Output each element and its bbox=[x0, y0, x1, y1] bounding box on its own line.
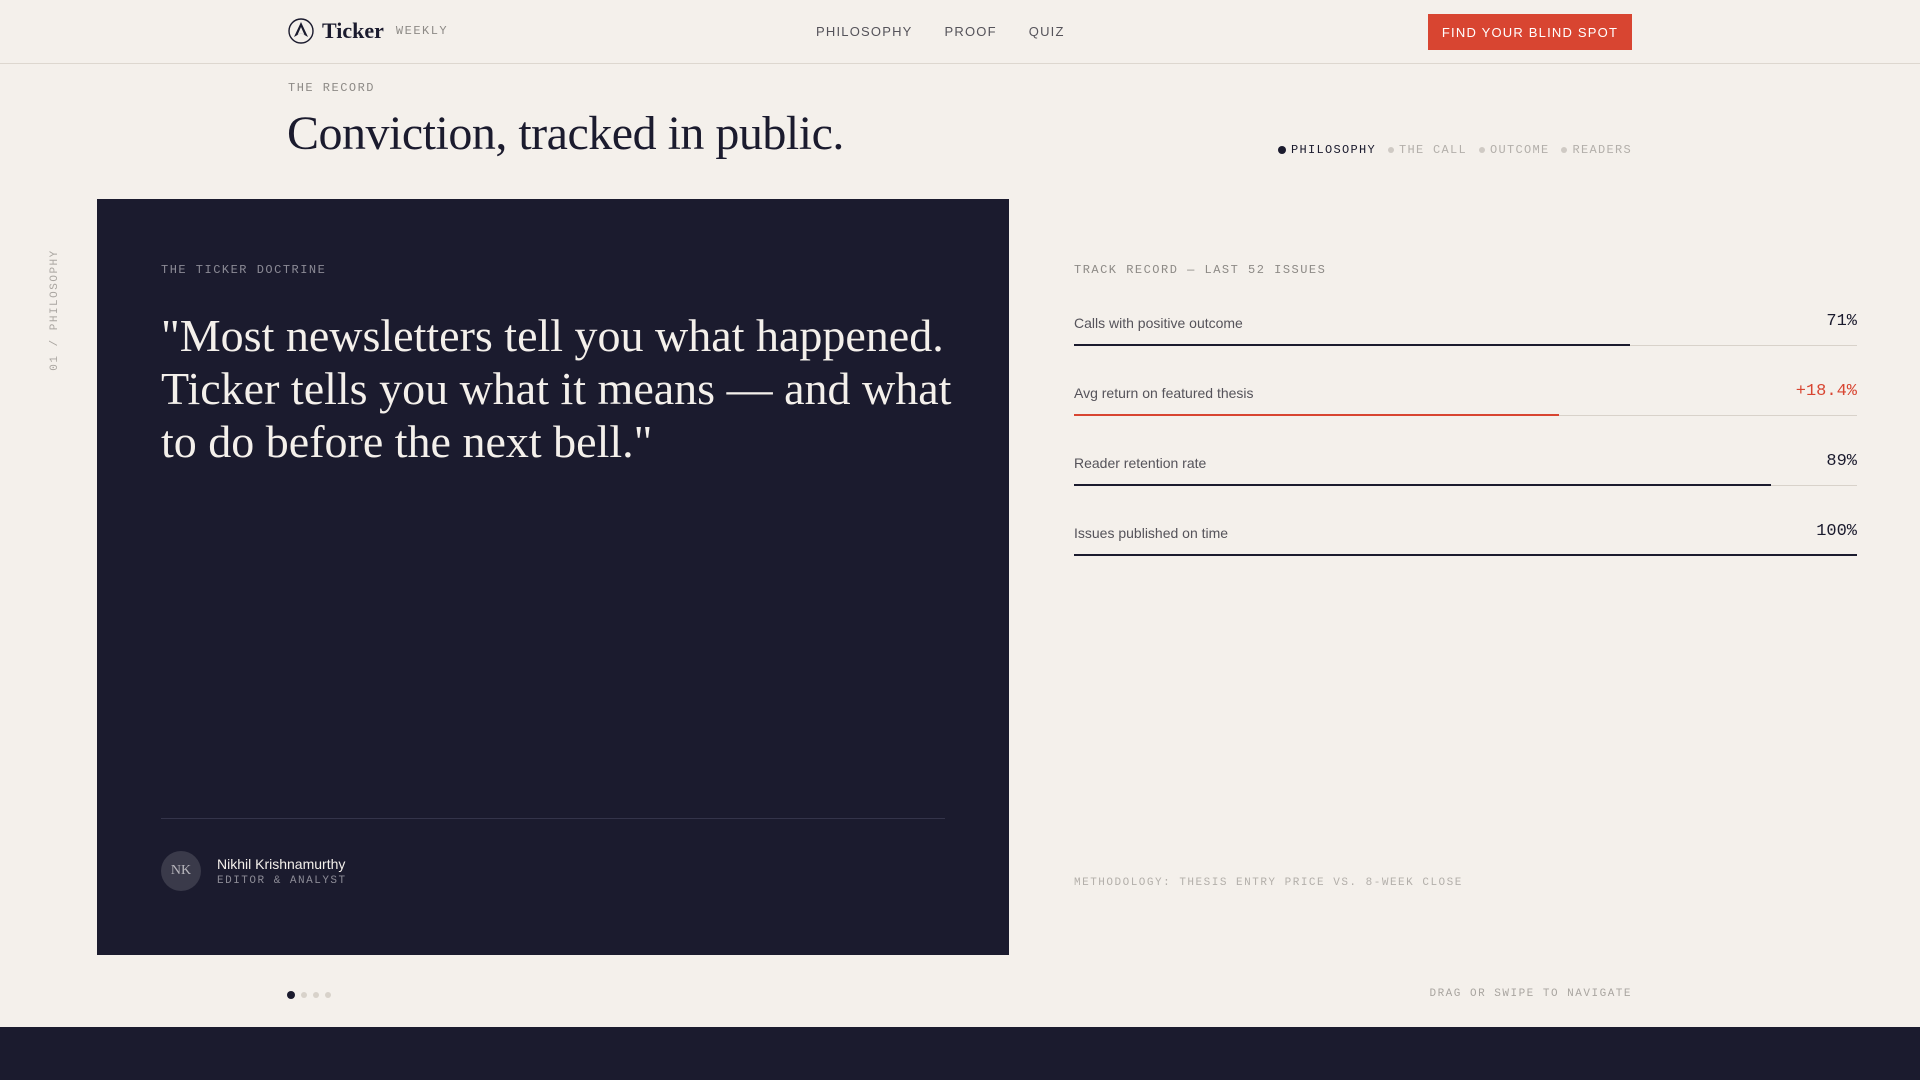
step-label: THE CALL bbox=[1398, 143, 1467, 157]
pager-dot[interactable] bbox=[287, 991, 295, 999]
brand-name: Ticker bbox=[322, 18, 384, 43]
brand-subtitle: WEEKLY bbox=[395, 24, 449, 38]
ticker-logo-icon bbox=[288, 18, 314, 44]
main-nav: PHILOSOPHY PROOF QUIZ bbox=[816, 24, 1065, 39]
brand[interactable]: Ticker WEEKLY bbox=[288, 18, 448, 44]
nav-link-philosophy[interactable]: PHILOSOPHY bbox=[816, 24, 913, 39]
stat-positive-outcome: Calls with positive outcome 71% bbox=[1074, 306, 1857, 346]
nav-link-proof[interactable]: PROOF bbox=[945, 24, 997, 39]
stat-label: Reader retention rate bbox=[1074, 455, 1207, 471]
step-label: READERS bbox=[1572, 143, 1632, 157]
pager-dot[interactable] bbox=[325, 992, 331, 998]
stat-progress-bar bbox=[1074, 344, 1630, 346]
stat-on-time: Issues published on time 100% bbox=[1074, 516, 1857, 556]
stat-value: 71% bbox=[1826, 312, 1857, 331]
slide-pager bbox=[287, 991, 331, 999]
step-outcome[interactable]: OUTCOME bbox=[1478, 143, 1550, 157]
top-navigation-bar: Ticker WEEKLY PHILOSOPHY PROOF QUIZ FIND… bbox=[0, 0, 1920, 64]
author-details: Nikhil Krishnamurthy EDITOR & ANALYST bbox=[217, 856, 347, 887]
track-record-eyebrow: TRACK RECORD — LAST 52 ISSUES bbox=[1074, 263, 1327, 277]
nav-link-quiz[interactable]: QUIZ bbox=[1029, 24, 1065, 39]
stat-avg-return: Avg return on featured thesis +18.4% bbox=[1074, 376, 1857, 416]
step-dot-icon bbox=[1478, 147, 1485, 153]
stat-progress-bar bbox=[1074, 484, 1771, 486]
step-dot-icon bbox=[1277, 146, 1286, 154]
pager-dot[interactable] bbox=[301, 992, 307, 998]
section-eyebrow: THE RECORD bbox=[288, 81, 376, 95]
avatar: NK bbox=[161, 851, 201, 891]
quote-author: NK Nikhil Krishnamurthy EDITOR & ANALYST bbox=[161, 851, 347, 891]
doctrine-quote-card[interactable]: THE TICKER DOCTRINE "Most newsletters te… bbox=[97, 199, 1009, 955]
step-the-call[interactable]: THE CALL bbox=[1387, 143, 1467, 157]
stat-label: Issues published on time bbox=[1074, 525, 1229, 541]
pager-dot[interactable] bbox=[313, 992, 319, 998]
stat-value: +18.4% bbox=[1795, 382, 1857, 401]
step-label: PHILOSOPHY bbox=[1290, 143, 1376, 157]
stat-progress-bar bbox=[1074, 414, 1560, 416]
step-readers[interactable]: READERS bbox=[1561, 143, 1632, 157]
card-divider bbox=[161, 818, 945, 819]
step-label: OUTCOME bbox=[1489, 143, 1550, 157]
navigation-hint: DRAG OR SWIPE TO NAVIGATE bbox=[1429, 988, 1632, 1000]
card-eyebrow: THE TICKER DOCTRINE bbox=[161, 263, 327, 277]
doctrine-quote: "Most newsletters tell you what happened… bbox=[161, 310, 952, 467]
stat-value: 89% bbox=[1826, 452, 1857, 471]
author-role: EDITOR & ANALYST bbox=[217, 874, 347, 887]
footer-band bbox=[0, 1027, 1920, 1080]
stat-value: 100% bbox=[1816, 522, 1857, 541]
step-dot-icon bbox=[1561, 147, 1568, 153]
stat-retention-rate: Reader retention rate 89% bbox=[1074, 446, 1857, 486]
stat-label: Avg return on featured thesis bbox=[1074, 385, 1254, 401]
stat-label: Calls with positive outcome bbox=[1074, 315, 1243, 331]
methodology-note: METHODOLOGY: THESIS ENTRY PRICE VS. 8-WE… bbox=[1074, 877, 1463, 889]
find-your-blind-spot-button[interactable]: FIND YOUR BLIND SPOT bbox=[1428, 14, 1632, 50]
stat-progress-bar bbox=[1074, 554, 1857, 556]
vertical-section-label: 01 / PHILOSOPHY bbox=[49, 249, 61, 371]
step-dot-icon bbox=[1387, 147, 1394, 153]
page-title: Conviction, tracked in public. bbox=[287, 107, 844, 160]
step-philosophy[interactable]: PHILOSOPHY bbox=[1277, 143, 1376, 157]
author-name: Nikhil Krishnamurthy bbox=[217, 855, 346, 872]
step-indicator: PHILOSOPHY THE CALL OUTCOME READERS bbox=[1277, 143, 1632, 157]
